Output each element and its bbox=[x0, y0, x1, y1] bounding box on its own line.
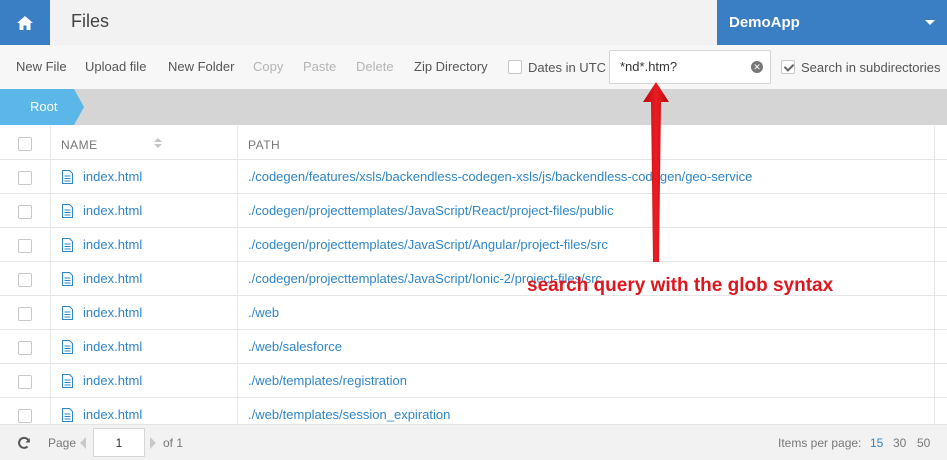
file-name-link[interactable]: index.html bbox=[83, 203, 142, 218]
pagination-bar: Page of 1 Items per page: 15 30 50 bbox=[0, 424, 947, 460]
table-row[interactable]: index.html ./codegen/projecttemplates/Jav… bbox=[0, 262, 947, 296]
file-icon bbox=[62, 170, 73, 184]
app-selector[interactable]: DemoApp bbox=[717, 0, 947, 45]
file-icon bbox=[62, 306, 73, 320]
caret-down-icon bbox=[925, 20, 935, 25]
file-name-link[interactable]: index.html bbox=[83, 339, 142, 354]
next-page-icon[interactable] bbox=[150, 437, 156, 449]
table-row[interactable]: index.html ./codegen/projecttemplates/Jav… bbox=[0, 194, 947, 228]
row-checkbox[interactable] bbox=[18, 409, 32, 423]
file-path-link[interactable]: ./web/templates/session_expiration bbox=[248, 407, 450, 422]
sort-icon bbox=[154, 138, 162, 150]
paste-button[interactable]: Paste bbox=[303, 59, 336, 74]
home-button[interactable] bbox=[0, 0, 50, 45]
zip-directory-button[interactable]: Zip Directory bbox=[414, 59, 488, 74]
file-icon bbox=[62, 238, 73, 252]
table-row[interactable]: index.html ./web/templates/session_expira… bbox=[0, 398, 947, 424]
breadcrumb: Root bbox=[0, 89, 947, 125]
items-per-page-option[interactable]: 15 bbox=[870, 436, 883, 450]
file-name-link[interactable]: index.html bbox=[83, 169, 142, 184]
table-row[interactable]: index.html ./web/salesforce bbox=[0, 330, 947, 364]
page-title: Files bbox=[71, 11, 110, 31]
file-path-link[interactable]: ./web/salesforce bbox=[248, 339, 342, 354]
file-path-link[interactable]: ./codegen/projecttemplates/JavaScript/Io… bbox=[248, 271, 602, 286]
search-subdirectories-checkbox[interactable] bbox=[781, 60, 795, 74]
file-icon bbox=[62, 272, 73, 286]
search-input[interactable] bbox=[620, 59, 745, 74]
path-column-header: PATH bbox=[238, 126, 935, 160]
file-icon bbox=[62, 204, 73, 218]
file-icon bbox=[62, 408, 73, 422]
refresh-icon[interactable] bbox=[17, 436, 31, 450]
delete-button[interactable]: Delete bbox=[356, 59, 394, 74]
file-name-link[interactable]: index.html bbox=[83, 237, 142, 252]
table-header: NAME PATH bbox=[0, 126, 947, 160]
items-per-page-option[interactable]: 30 bbox=[893, 436, 906, 450]
name-column-label: NAME bbox=[61, 138, 98, 152]
file-table: NAME PATH index.html ./codegen/features/x… bbox=[0, 126, 947, 424]
select-all-checkbox[interactable] bbox=[18, 137, 32, 151]
copy-button[interactable]: Copy bbox=[253, 59, 283, 74]
page-label: Page bbox=[48, 436, 77, 450]
row-checkbox[interactable] bbox=[18, 341, 32, 355]
app-header: Files DemoApp bbox=[0, 0, 947, 45]
new-folder-button[interactable]: New Folder bbox=[168, 59, 234, 74]
home-icon bbox=[17, 15, 33, 30]
file-name-link[interactable]: index.html bbox=[83, 271, 142, 286]
path-column-label: PATH bbox=[248, 138, 281, 152]
search-box: ✕ bbox=[609, 50, 771, 84]
table-row[interactable]: index.html ./web bbox=[0, 296, 947, 330]
file-path-link[interactable]: ./web bbox=[248, 305, 279, 320]
row-checkbox[interactable] bbox=[18, 205, 32, 219]
file-path-link[interactable]: ./codegen/projecttemplates/JavaScript/An… bbox=[248, 237, 608, 252]
file-icon bbox=[62, 374, 73, 388]
row-checkbox[interactable] bbox=[18, 171, 32, 185]
page-count: of 1 bbox=[163, 436, 184, 450]
app-name: DemoApp bbox=[729, 14, 800, 31]
file-name-link[interactable]: index.html bbox=[83, 305, 142, 320]
row-checkbox[interactable] bbox=[18, 273, 32, 287]
file-path-link[interactable]: ./web/templates/registration bbox=[248, 373, 407, 388]
breadcrumb-root[interactable]: Root bbox=[0, 89, 84, 125]
row-checkbox[interactable] bbox=[18, 375, 32, 389]
row-checkbox[interactable] bbox=[18, 239, 32, 253]
items-per-page-option[interactable]: 50 bbox=[917, 436, 930, 450]
clear-search-icon[interactable]: ✕ bbox=[751, 61, 763, 73]
table-row[interactable]: index.html ./codegen/features/xsls/backen… bbox=[0, 160, 947, 194]
row-checkbox[interactable] bbox=[18, 307, 32, 321]
table-row[interactable]: index.html ./codegen/projecttemplates/Jav… bbox=[0, 228, 947, 262]
upload-file-button[interactable]: Upload file bbox=[85, 59, 146, 74]
file-name-link[interactable]: index.html bbox=[83, 407, 142, 422]
items-per-page-label: Items per page: bbox=[778, 436, 862, 450]
name-column-header[interactable]: NAME bbox=[51, 126, 238, 160]
search-subdirectories-label: Search in subdirectories bbox=[801, 60, 941, 75]
toolbar: New File Upload file New Folder Copy Pas… bbox=[0, 45, 947, 89]
file-icon bbox=[62, 340, 73, 354]
table-row[interactable]: index.html ./web/templates/registration bbox=[0, 364, 947, 398]
new-file-button[interactable]: New File bbox=[16, 59, 67, 74]
dates-utc-label: Dates in UTC bbox=[528, 60, 607, 75]
file-path-link[interactable]: ./codegen/projecttemplates/JavaScript/Re… bbox=[248, 203, 614, 218]
dates-utc-checkbox[interactable] bbox=[508, 60, 522, 74]
page-number-input[interactable] bbox=[93, 428, 145, 457]
prev-page-icon[interactable] bbox=[80, 437, 86, 449]
file-name-link[interactable]: index.html bbox=[83, 373, 142, 388]
file-path-link[interactable]: ./codegen/features/xsls/backendless-code… bbox=[248, 169, 752, 184]
